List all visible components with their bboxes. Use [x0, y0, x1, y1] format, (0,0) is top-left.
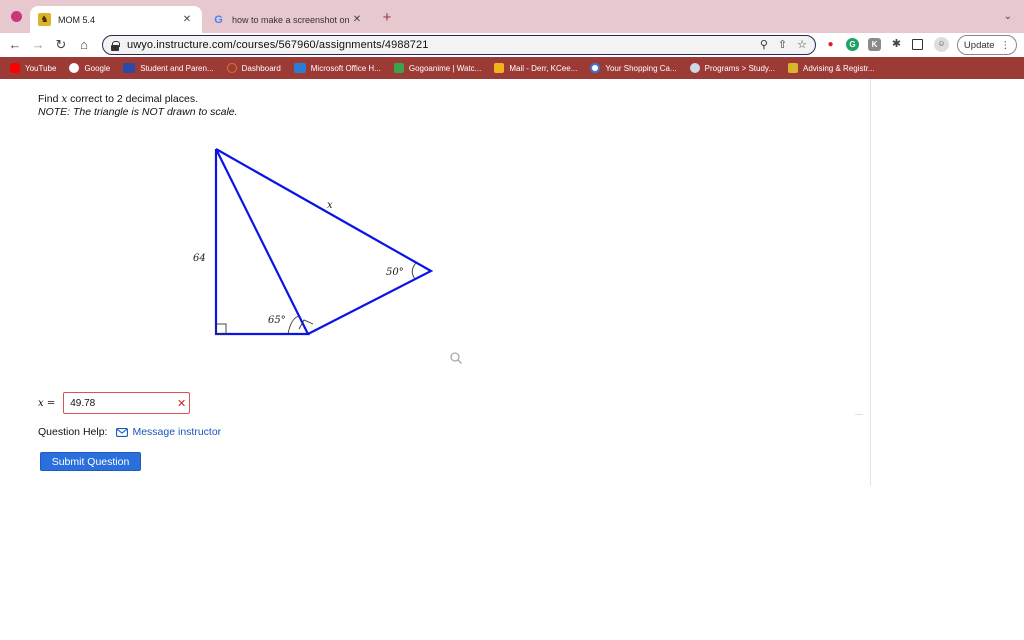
tab-title: how to make a screenshot on — [232, 14, 350, 25]
bookmark-gogoanime[interactable]: Gogoanime | Watc... — [393, 63, 481, 73]
outlook-grid-icon — [494, 63, 505, 73]
share-icon[interactable]: ⇧ — [778, 38, 787, 51]
label-side-x: x — [327, 200, 333, 211]
right-angle-marker-bottom-left — [215, 323, 227, 335]
new-tab-plus-icon[interactable]: + — [378, 9, 396, 27]
google-icon: G — [214, 13, 223, 26]
triangle-left-right-triangle — [214, 148, 310, 336]
answer-row: x = 49.78 ✕ — [38, 392, 191, 414]
side-panel-icon[interactable] — [912, 39, 923, 50]
label-angle-50: 50° — [386, 267, 404, 278]
content-divider — [870, 79, 871, 486]
bookmark-advising[interactable]: Advising & Registr... — [788, 63, 875, 73]
update-button[interactable]: Update ⋮ — [957, 35, 1017, 55]
dashboard-icon — [226, 63, 237, 73]
reload-icon[interactable]: ↻ — [52, 36, 70, 54]
close-icon[interactable]: ✕ — [180, 14, 194, 25]
close-icon[interactable]: ✕ — [350, 14, 364, 25]
url-text: uwyo.instructure.com/courses/567960/assi… — [127, 39, 429, 51]
tab-active[interactable]: ♞ MOM 5.4 ✕ — [30, 6, 202, 33]
message-instructor-link[interactable]: Message instructor — [132, 426, 221, 438]
right-angle-marker-bottom — [298, 319, 314, 330]
extension-gray-icon[interactable]: K — [868, 38, 881, 51]
lock-icon — [111, 40, 120, 51]
bookmark-star-icon[interactable]: ☆ — [797, 38, 807, 51]
label-side-64: 64 — [193, 253, 206, 264]
triangle-right-triangle — [215, 148, 434, 335]
youtube-icon — [10, 63, 20, 73]
bookmark-google[interactable]: Google — [69, 63, 110, 73]
recording-dot-icon — [11, 11, 22, 22]
kebab-menu-icon[interactable]: ⋮ — [1001, 40, 1011, 51]
angle-arc-50 — [411, 262, 417, 280]
address-bar[interactable]: uwyo.instructure.com/courses/567960/assi… — [102, 35, 816, 55]
forward-arrow-icon[interactable]: → — [29, 36, 47, 54]
bookmark-microsoft-office[interactable]: Microsoft Office H... — [293, 63, 381, 73]
back-arrow-icon[interactable]: ← — [6, 36, 24, 54]
profile-avatar[interactable]: ☺ — [934, 37, 949, 52]
label-angle-65: 65° — [268, 315, 286, 326]
answer-value: 49.78 — [70, 397, 96, 409]
office-icon — [293, 63, 306, 73]
shopping-icon — [590, 63, 601, 73]
tab-title: MOM 5.4 — [58, 14, 96, 25]
bookmark-mail[interactable]: Mail - Derr, KCee... — [494, 63, 577, 73]
wyoming-cowboy-icon — [788, 63, 798, 73]
zoom-magnifier-icon[interactable] — [449, 351, 463, 365]
tab-strip: ♞ MOM 5.4 ✕ G how to make a screenshot o… — [0, 0, 1024, 33]
question-prompt: Find x correct to 2 decimal places. NOTE… — [38, 93, 238, 119]
bookmark-youtube[interactable]: YouTube — [10, 63, 56, 73]
bookmark-programs-study[interactable]: Programs > Study... — [689, 63, 775, 73]
bookmark-shopping-cart[interactable]: Your Shopping Ca... — [590, 63, 677, 73]
zoom-magnifier-icon[interactable]: ⚲ — [760, 38, 768, 51]
bookmark-dashboard[interactable]: Dashboard — [226, 63, 281, 73]
prompt-text: Find x correct to 2 decimal places. — [38, 93, 198, 105]
question-help-label: Question Help: — [38, 426, 108, 438]
globe-icon — [689, 63, 700, 73]
browser-toolbar: ← → ↻ ⌂ uwyo.instructure.com/courses/567… — [0, 33, 1024, 57]
bookmarks-bar: YouTube Google Student and Paren... Dash… — [0, 57, 1024, 79]
answer-input[interactable]: 49.78 ✕ — [63, 392, 191, 414]
answer-variable-label: x = — [38, 397, 56, 409]
gogoanime-icon — [393, 63, 404, 73]
extension-red-icon[interactable]: ● — [824, 38, 837, 51]
google-icon — [69, 63, 80, 73]
wyoming-cowboy-icon: ♞ — [38, 13, 51, 26]
extensions-puzzle-icon[interactable]: ✱ — [890, 38, 903, 51]
sis-icon — [123, 63, 136, 73]
incorrect-x-icon: ✕ — [176, 398, 187, 410]
tab-inactive[interactable]: G how to make a screenshot on ✕ — [204, 6, 372, 33]
bookmark-student-parent[interactable]: Student and Paren... — [123, 63, 214, 73]
submit-question-button[interactable]: Submit Question — [40, 452, 141, 471]
home-icon[interactable]: ⌂ — [75, 36, 93, 54]
prompt-note: NOTE: The triangle is NOT drawn to scale… — [38, 106, 238, 118]
question-help-row: Question Help: Message instructor — [38, 426, 221, 438]
grammarly-icon[interactable]: G — [846, 38, 859, 51]
angle-arc-65 — [287, 315, 300, 335]
divider-line — [855, 414, 863, 415]
tab-search-chevron-icon[interactable]: ⌄ — [1004, 11, 1012, 22]
envelope-icon — [116, 427, 129, 437]
